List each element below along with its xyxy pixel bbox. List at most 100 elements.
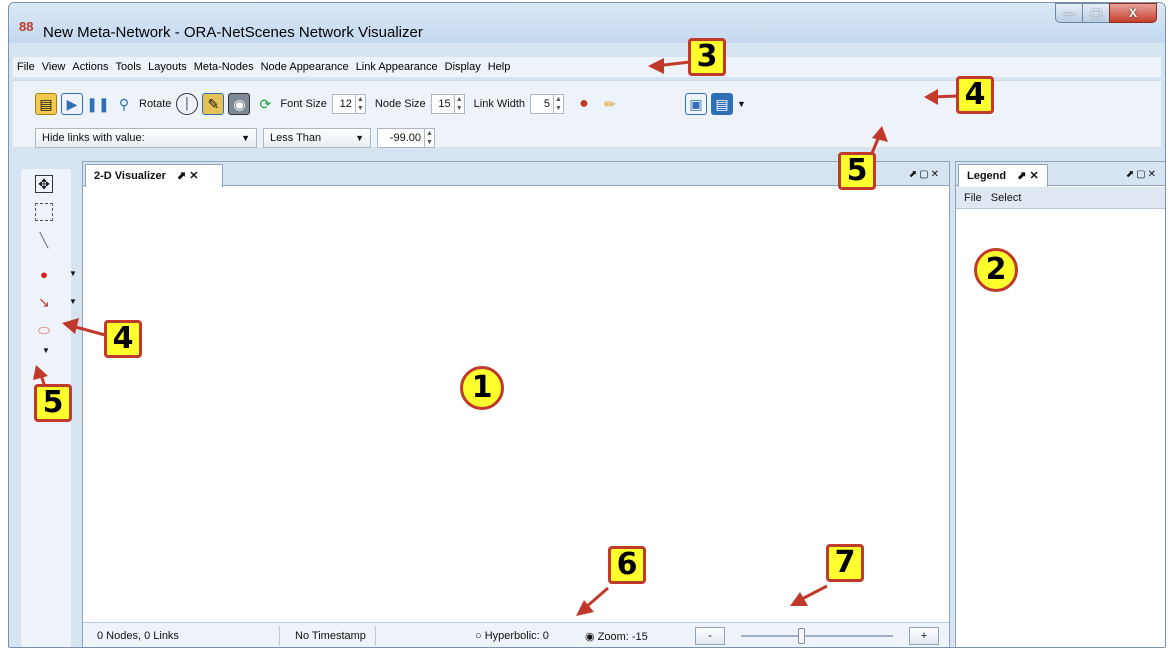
- link-width-value: 5: [543, 98, 551, 110]
- node-size-spinner[interactable]: 15 ▲ ▼: [430, 94, 465, 114]
- rotate-dial-icon[interactable]: │: [176, 93, 199, 115]
- menu-actions[interactable]: Actions: [72, 61, 108, 73]
- menu-link-appearance[interactable]: Link Appearance: [356, 61, 438, 73]
- tag-icon[interactable]: ✎: [202, 93, 225, 115]
- spinner-arrows-icon[interactable]: ▲ ▼: [424, 129, 434, 147]
- marquee-select-icon[interactable]: [35, 203, 53, 221]
- pause-icon[interactable]: ❚❚: [86, 93, 109, 115]
- menu-view[interactable]: View: [42, 61, 66, 73]
- move-tool-icon[interactable]: ✥: [35, 175, 53, 193]
- close-button[interactable]: X: [1109, 3, 1157, 23]
- zoom-label: Zoom: -15: [597, 631, 648, 643]
- rotate-label: Rotate: [139, 98, 172, 110]
- save-image-icon[interactable]: ▤: [711, 93, 734, 115]
- zoom-in-button[interactable]: +: [909, 627, 939, 645]
- toolbar-row-2: Hide links with value: ▼ Less Than ▼ -99.0…: [35, 127, 444, 149]
- legend-menu-bar: File Select: [956, 187, 1165, 209]
- toolbar-row-1: ▤ ▶ ❚❚ ⚲ Rotate │ ✎ ◉ ⟳ Font Size 12 ▲ ▼ N…: [35, 89, 746, 119]
- comparison-value: Less Than: [270, 132, 322, 144]
- link-width-spinner[interactable]: 5 ▲ ▼: [530, 94, 565, 114]
- window-title: New Meta-Network - ORA-NetScenes Network…: [43, 24, 423, 41]
- legend-panel: Legend ⬈ ✕ ⬈▢✕ File Select: [955, 161, 1165, 647]
- link-tool-icon[interactable]: ╲: [35, 231, 53, 249]
- clipboard-icon[interactable]: ▤: [35, 93, 57, 115]
- tab-2d-visualizer[interactable]: 2-D Visualizer ⬈ ✕: [85, 164, 223, 187]
- tab-float-close-icon[interactable]: ⬈ ✕: [1017, 170, 1039, 182]
- spinner-arrows-icon[interactable]: ▲ ▼: [453, 95, 464, 113]
- play-icon[interactable]: ▶: [61, 93, 83, 115]
- menu-tools[interactable]: Tools: [115, 61, 141, 73]
- node-size-label: Node Size: [374, 98, 426, 110]
- ora-app-icon: 88: [19, 19, 34, 34]
- divider: [279, 626, 280, 646]
- font-size-spinner[interactable]: 12 ▲ ▼: [331, 94, 366, 114]
- timestamp-status: No Timestamp: [295, 630, 366, 642]
- magnifier-icon[interactable]: ⚲: [113, 93, 135, 115]
- panel-window-controls-icon[interactable]: ⬈▢✕: [1126, 169, 1158, 180]
- export-icon[interactable]: ▣: [685, 93, 708, 115]
- zoom-slider-thumb[interactable]: [798, 628, 805, 644]
- divider: [375, 626, 376, 646]
- minimize-button[interactable]: —: [1055, 3, 1083, 23]
- menu-help[interactable]: Help: [488, 61, 511, 73]
- eye-icon[interactable]: ◉: [228, 93, 251, 115]
- chevron-down-icon[interactable]: ▼: [69, 297, 77, 306]
- spinner-arrows-icon[interactable]: ▲ ▼: [354, 95, 365, 113]
- status-bar: 0 Nodes, 0 Links No Timestamp ○ Hyperbol…: [83, 622, 949, 647]
- threshold-spinner[interactable]: -99.00 ▲ ▼: [377, 128, 435, 148]
- zoom-out-button[interactable]: -: [695, 627, 725, 645]
- chevron-down-icon: ▼: [241, 133, 250, 143]
- menu-bar: File View Actions Tools Layouts Meta-Nod…: [13, 57, 1161, 77]
- chevron-down-icon[interactable]: ▼: [69, 325, 77, 334]
- callout-5-palette: 5: [34, 384, 72, 422]
- callout-4-toolbar: 4: [956, 76, 994, 114]
- callout-6: 6: [608, 546, 646, 584]
- panel-window-controls-icon[interactable]: ⬈▢✕: [909, 169, 941, 180]
- pencil-icon[interactable]: ✏: [599, 93, 621, 115]
- spinner-arrows-icon[interactable]: ▲ ▼: [553, 95, 563, 113]
- refresh-icon[interactable]: ⟳: [254, 93, 276, 115]
- callout-1: 1: [460, 366, 504, 410]
- callout-2: 2: [974, 248, 1018, 292]
- callout-4-palette: 4: [104, 320, 142, 358]
- tab-float-close-icon[interactable]: ⬈ ✕: [177, 170, 199, 182]
- red-globe-icon[interactable]: ●: [573, 93, 595, 115]
- tab-legend[interactable]: Legend ⬈ ✕: [958, 164, 1048, 187]
- callout-5-toolbar: 5: [838, 152, 876, 190]
- eraser-icon[interactable]: ⬭: [35, 321, 53, 339]
- comparison-select[interactable]: Less Than ▼: [263, 128, 371, 148]
- font-size-label: Font Size: [280, 98, 327, 110]
- tab-label: Legend: [967, 170, 1007, 182]
- chevron-down-icon[interactable]: ▼: [37, 341, 55, 359]
- menu-node-appearance[interactable]: Node Appearance: [261, 61, 349, 73]
- visualizer-panel: 2-D Visualizer ⬈ ✕ ⬈▢✕ 0 Nodes, 0 Links …: [82, 161, 950, 647]
- callout-3: 3: [688, 38, 726, 76]
- chevron-down-icon[interactable]: ▼: [737, 99, 746, 109]
- link-filter-select[interactable]: Hide links with value: ▼: [35, 128, 257, 148]
- link-filter-value: Hide links with value:: [42, 132, 145, 144]
- zoom-slider-track[interactable]: [741, 635, 893, 637]
- zoom-radio[interactable]: ◉ Zoom: -15: [585, 630, 648, 643]
- menu-display[interactable]: Display: [445, 61, 481, 73]
- add-node-icon[interactable]: ●: [35, 265, 53, 283]
- window-controls: — ▢ X: [1055, 3, 1157, 23]
- tab-label: 2-D Visualizer: [94, 170, 166, 182]
- legend-menu-file[interactable]: File: [964, 192, 982, 204]
- hyperbolic-radio[interactable]: ○ Hyperbolic: 0: [475, 630, 549, 642]
- network-canvas[interactable]: [83, 187, 949, 622]
- visualizer-tabstrip: 2-D Visualizer ⬈ ✕ ⬈▢✕: [83, 162, 949, 187]
- menu-file[interactable]: File: [17, 61, 35, 73]
- threshold-value: -99.00: [389, 132, 421, 144]
- menu-layouts[interactable]: Layouts: [148, 61, 187, 73]
- node-size-value: 15: [438, 98, 451, 110]
- title-bar: 88 New Meta-Network - ORA-NetScenes Netw…: [9, 3, 1165, 43]
- add-link-icon[interactable]: ↘: [35, 293, 53, 311]
- chevron-down-icon: ▼: [355, 133, 364, 143]
- callout-7: 7: [826, 544, 864, 582]
- maximize-button[interactable]: ▢: [1082, 3, 1110, 23]
- node-link-count: 0 Nodes, 0 Links: [97, 630, 179, 642]
- legend-menu-select[interactable]: Select: [991, 192, 1022, 204]
- hyperbolic-label: Hyperbolic: 0: [484, 630, 549, 642]
- chevron-down-icon[interactable]: ▼: [69, 269, 77, 278]
- menu-meta-nodes[interactable]: Meta-Nodes: [194, 61, 254, 73]
